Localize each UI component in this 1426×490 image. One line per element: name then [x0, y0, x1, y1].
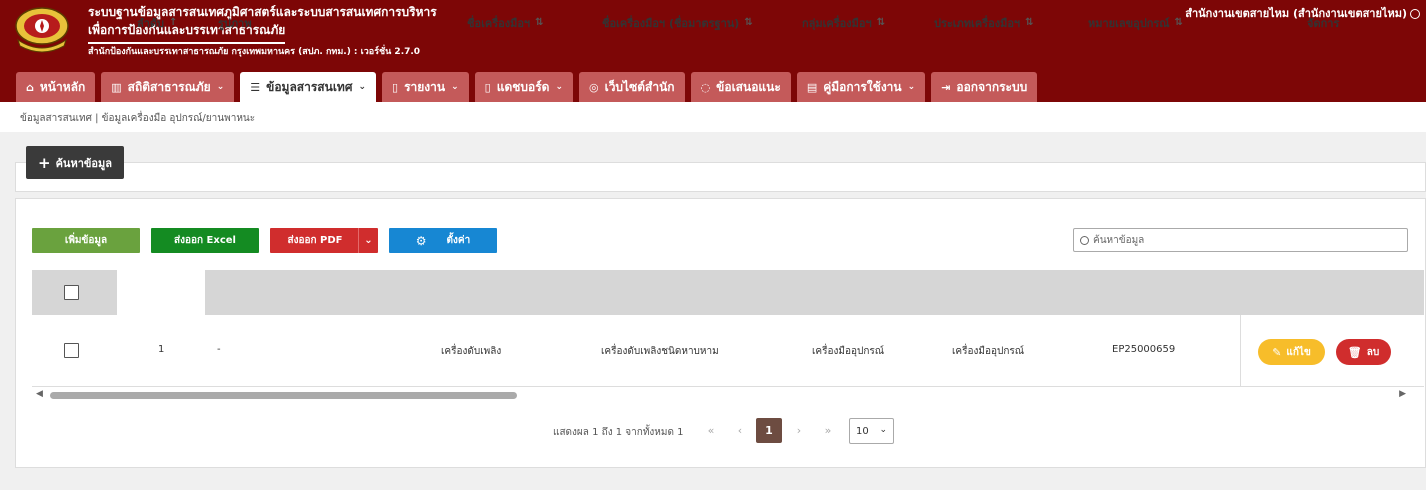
user-icon: [1410, 9, 1420, 19]
first-page-icon[interactable]: «: [704, 418, 718, 443]
col-tool-name[interactable]: ชื่อเครื่องมือฯ ⇅: [467, 0, 544, 45]
chevron-down-icon[interactable]: ⌄: [358, 228, 378, 253]
nav-home[interactable]: ⌂ หน้าหลัก: [16, 72, 96, 102]
cell-tool-group: เครื่องมืออุปกรณ์: [812, 346, 885, 357]
sorted-column-bg: [117, 270, 205, 315]
nav-manual[interactable]: ▤ คู่มือการใช้งาน ⌄: [796, 72, 926, 102]
chevron-down-icon: ⌄: [907, 82, 916, 92]
sort-icon: ⇅: [1025, 17, 1034, 28]
table-row: [32, 315, 1424, 387]
row-checkbox[interactable]: [64, 343, 79, 358]
logout-icon: ⇥: [941, 80, 951, 94]
chevron-down-icon: ⌄: [451, 82, 459, 92]
sort-icon: ⇅: [876, 17, 886, 28]
table-header: [32, 270, 1424, 315]
next-page-icon[interactable]: ›: [792, 418, 806, 443]
nav-disaster-stats[interactable]: ▥ สถิติสาธารณภัย ⌄: [101, 72, 235, 102]
plus-icon: +: [37, 153, 51, 172]
comment-icon: ◌: [700, 80, 711, 94]
per-page-select[interactable]: 10 ⌄: [849, 418, 894, 444]
bar-chart-icon: ▥: [111, 80, 122, 94]
search-panel: [15, 162, 1426, 192]
scroll-right-icon[interactable]: ▶: [1399, 389, 1406, 399]
search-icon: [1080, 235, 1089, 245]
search-toggle-button[interactable]: + ค้นหาข้อมูล: [26, 146, 124, 179]
chevron-down-icon: ⌄: [879, 425, 887, 435]
col-device-no[interactable]: หมายเลขอุปกรณ์ ⇅: [1088, 0, 1183, 45]
col-manage: จัดการ: [1307, 16, 1340, 30]
fire-department-logo-icon: [15, 7, 69, 53]
cell-tool-type: เครื่องมืออุปกรณ์: [952, 346, 1025, 357]
col-seq[interactable]: ลำดับ ↑: [137, 0, 177, 45]
home-icon: ⌂: [26, 80, 34, 94]
delete-button[interactable]: 🗑 ลบ: [1336, 339, 1391, 365]
edit-button[interactable]: ✎ แก้ไข: [1258, 339, 1325, 365]
sort-icon: ⇅: [1174, 17, 1183, 28]
globe-icon: ◎: [588, 80, 599, 94]
actions-divider: [1240, 315, 1241, 387]
sort-icon: ⇅: [535, 17, 544, 28]
cell-tool-name-std: เครื่องดับเพลิงชนิดหาบหาม: [601, 346, 719, 357]
chevron-down-icon: ⌄: [216, 82, 225, 92]
cell-tool-name: เครื่องดับเพลิง: [441, 346, 502, 357]
breadcrumb: ข้อมูลสารสนเทศ | ข้อมูลเครื่องมือ อุปกรณ…: [0, 102, 1426, 132]
system-subtitle-version: สำนักป้องกันและบรรเทาสาธารณภัย กรุงเทพมห…: [88, 47, 421, 57]
nav-dashboard[interactable]: ▯ แดชบอร์ด ⌄: [474, 72, 573, 102]
col-tool-group[interactable]: กลุ่มเครื่องมือฯ ⇅: [802, 0, 885, 45]
nav-reports[interactable]: ▯ รายงาน ⌄: [382, 72, 469, 102]
last-page-icon[interactable]: »: [821, 418, 835, 443]
cell-image: -: [217, 344, 221, 355]
scroll-left-icon[interactable]: ◀: [36, 389, 43, 399]
nav-information[interactable]: ☰ ข้อมูลสารสนเทศ ⌄: [240, 72, 377, 102]
add-button[interactable]: เพิ่มข้อมูล: [32, 228, 140, 253]
cell-device-no: EP25000659: [1112, 344, 1176, 355]
book-icon: ▤: [806, 80, 818, 94]
current-office[interactable]: สำนักงานเขตสายไหม (สำนักงานเขตสายไหม): [1185, 4, 1420, 22]
cell-seq: 1: [158, 344, 165, 355]
trash-icon: 🗑: [1347, 345, 1362, 359]
select-all-checkbox[interactable]: [64, 285, 79, 300]
chevron-down-icon: ⌄: [358, 82, 367, 92]
gear-icon: ⚙: [415, 233, 427, 248]
system-title-line2: เพื่อการป้องกันและบรรเทาสาธารณภัย: [88, 21, 286, 44]
nav-website[interactable]: ◎ เว็บไซต์สำนัก: [578, 72, 685, 102]
scrollbar-thumb[interactable]: [50, 392, 517, 399]
settings-button[interactable]: ⚙ ตั้งค่า: [389, 228, 497, 253]
export-pdf-button[interactable]: ส่งออก PDF ⌄: [270, 228, 378, 253]
export-excel-button[interactable]: ส่งออก Excel: [151, 228, 259, 253]
prev-page-icon[interactable]: ‹: [733, 418, 747, 443]
main-nav: ⌂ หน้าหลัก ▥ สถิติสาธารณภัย ⌄ ☰ ข้อมูลสารสนเ…: [16, 72, 1038, 102]
nav-feedback[interactable]: ◌ ข้อเสนอแนะ: [690, 72, 791, 102]
horizontal-scrollbar[interactable]: ◀ ▶: [32, 388, 1406, 402]
page-current[interactable]: 1: [756, 418, 782, 443]
sort-asc-icon: ↑: [169, 17, 178, 28]
col-tool-type[interactable]: ประเภทเครื่องมือฯ ⇅: [934, 0, 1034, 45]
col-tool-name-std[interactable]: ชื่อเครื่องมือฯ (ชื่อมาตรฐาน) ⇅: [602, 0, 753, 45]
nav-logout[interactable]: ⇥ ออกจากระบบ: [931, 72, 1038, 102]
search-input[interactable]: ค้นหาข้อมูล: [1073, 228, 1408, 252]
col-image: รูปภาพ: [218, 16, 252, 30]
search-placeholder: ค้นหาข้อมูล: [1093, 234, 1145, 246]
sort-icon: ⇅: [744, 17, 753, 28]
file-icon: ▯: [392, 80, 399, 94]
office-label: สำนักงานเขตสายไหม (สำนักงานเขตสายไหม): [1185, 7, 1407, 20]
pagination-info: แสดงผล 1 ถึง 1 จากทั้งหมด 1: [553, 427, 684, 438]
chevron-down-icon: ⌄: [555, 82, 563, 92]
pencil-icon: ✎: [1272, 345, 1282, 359]
list-icon: ☰: [250, 80, 261, 94]
file-icon: ▯: [484, 80, 491, 94]
